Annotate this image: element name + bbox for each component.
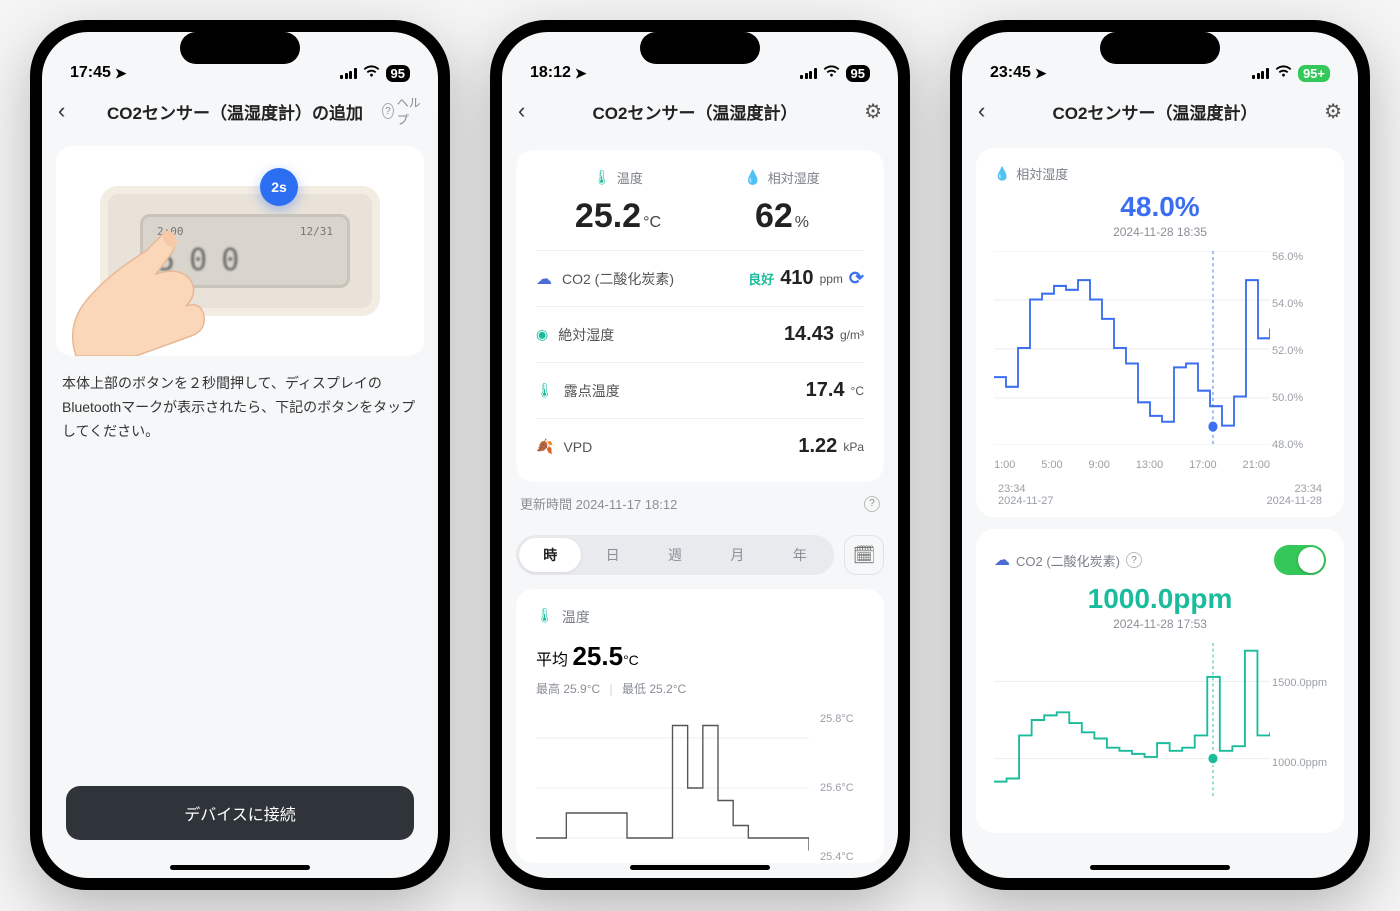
vpd-row[interactable]: 🍂VPD 1.22kPa	[536, 418, 864, 474]
humidity-icon: ◉	[536, 326, 548, 343]
update-time-row: 更新時間 2024-11-17 18:12 ?	[516, 494, 884, 521]
temperature-label: 温度	[617, 168, 643, 187]
back-button[interactable]: ‹	[978, 98, 1008, 124]
humidity-chart[interactable]: 56.0% 54.0% 52.0% 50.0% 48.0% 1:00 5:00 …	[994, 251, 1326, 471]
refresh-button[interactable]: ⟳	[849, 268, 864, 289]
co2-row[interactable]: ☁CO2 (二酸化炭素) 良好 410ppm ⟳	[536, 250, 864, 306]
status-time: 17:45	[70, 64, 111, 82]
co2-chart-card: ☁ CO2 (二酸化炭素) ? 1000.0ppm 2024-11-28 17:…	[976, 529, 1344, 833]
droplet-icon: 💧	[744, 169, 761, 186]
status-time: 18:12	[530, 64, 571, 82]
co2-toggle[interactable]	[1274, 545, 1326, 575]
dewpoint-icon: 🌡	[536, 382, 554, 399]
humidity-label: 相対湿度	[768, 168, 820, 187]
co2-timestamp: 2024-11-28 17:53	[994, 617, 1326, 631]
home-indicator[interactable]	[630, 865, 770, 870]
battery-indicator: 95+	[1298, 65, 1330, 82]
humidity-timestamp: 2024-11-28 18:35	[994, 225, 1326, 239]
phone-frame-1: 17:45 ➤ 95 ‹ CO2センサー（温湿度計）の追加 ? ヘルプ	[30, 20, 450, 890]
help-button[interactable]: ? ヘルプ	[382, 94, 422, 128]
phone-frame-3: 23:45➤ 95+ ‹ CO2センサー（温湿度計） ⚙ 💧相対湿度 48.0%…	[950, 20, 1370, 890]
navbar: ‹ CO2センサー（温湿度計）の追加 ? ヘルプ	[42, 86, 438, 136]
wifi-icon	[1275, 65, 1292, 82]
page-title: CO2センサー（温湿度計）	[548, 99, 842, 124]
thermometer-icon: 🌡	[536, 607, 554, 627]
seg-month[interactable]: 月	[706, 538, 768, 572]
location-icon: ➤	[575, 65, 587, 82]
settings-button[interactable]: ⚙	[1324, 99, 1342, 124]
home-indicator[interactable]	[1090, 865, 1230, 870]
info-button[interactable]: ?	[864, 496, 880, 512]
seg-year[interactable]: 年	[769, 538, 831, 572]
back-button[interactable]: ‹	[58, 98, 88, 124]
seg-day[interactable]: 日	[581, 538, 643, 572]
co2-quality: 良好	[748, 269, 774, 288]
back-button[interactable]: ‹	[518, 98, 548, 124]
co2-icon: ☁	[536, 269, 552, 289]
cellular-icon	[800, 68, 817, 79]
temperature-chart-card: 🌡温度 平均 25.5°C 最高 25.9°C | 最低 25.2°C 25.8…	[516, 589, 884, 863]
help-label: ヘルプ	[397, 94, 422, 128]
connect-device-button[interactable]: デバイスに接続	[66, 786, 414, 840]
help-icon: ?	[382, 103, 394, 119]
vpd-value: 1.22	[798, 435, 837, 458]
abshum-value: 14.43	[784, 323, 834, 346]
notch	[1100, 32, 1220, 64]
location-icon: ➤	[115, 65, 127, 82]
co2-reading: 1000.0ppm	[994, 583, 1326, 615]
temperature-chart[interactable]: 25.8°C25.6°C25.4°C	[536, 713, 864, 863]
seg-week[interactable]: 週	[644, 538, 706, 572]
info-button[interactable]: ?	[1126, 552, 1142, 568]
summary-card: 🌡温度 25.2°C 💧相対湿度 62% ☁CO2 (二酸化炭素) 良好 410…	[516, 150, 884, 482]
hand-icon	[56, 206, 226, 356]
avg-temperature: 25.5	[572, 641, 623, 671]
co2-value: 410	[780, 267, 813, 290]
settings-button[interactable]: ⚙	[864, 99, 882, 124]
notch	[180, 32, 300, 64]
dewpoint-value: 17.4	[806, 379, 845, 402]
humidity-chart-card: 💧相対湿度 48.0% 2024-11-28 18:35 56.0%	[976, 148, 1344, 517]
navbar: ‹ CO2センサー（温湿度計） ⚙	[962, 86, 1358, 136]
navbar: ‹ CO2センサー（温湿度計） ⚙	[502, 86, 898, 136]
page-title: CO2センサー（温湿度計）の追加	[88, 99, 382, 124]
seg-hour[interactable]: 時	[519, 538, 581, 572]
duration-badge: 2s	[260, 168, 298, 206]
location-icon: ➤	[1035, 65, 1047, 82]
co2-icon: ☁	[994, 550, 1010, 570]
battery-indicator: 95	[846, 65, 870, 82]
instruction-illustration: 2s 2:00 12/31 5 0 0	[56, 146, 424, 356]
home-indicator[interactable]	[170, 865, 310, 870]
wifi-icon	[363, 65, 380, 82]
status-time: 23:45	[990, 64, 1031, 82]
humidity-reading: 48.0%	[994, 191, 1326, 223]
droplet-icon: 💧	[994, 166, 1010, 182]
wifi-icon	[823, 65, 840, 82]
cellular-icon	[1252, 68, 1269, 79]
temperature-value: 25.2	[575, 197, 641, 236]
cellular-icon	[340, 68, 357, 79]
thermometer-icon: 🌡	[593, 169, 611, 186]
absolute-humidity-row[interactable]: ◉絶対湿度 14.43g/m³	[536, 306, 864, 362]
instruction-text: 本体上部のボタンを２秒間押して、ディスプレイのBluetoothマークが表示され…	[56, 372, 424, 443]
calendar-button[interactable]: 🗓	[844, 535, 884, 575]
co2-chart[interactable]: 1500.0ppm 1000.0ppm	[994, 643, 1326, 823]
leaf-icon: 🍂	[536, 438, 553, 455]
page-title: CO2センサー（温湿度計）	[1008, 99, 1302, 124]
battery-indicator: 95	[386, 65, 410, 82]
dewpoint-row[interactable]: 🌡露点温度 17.4°C	[536, 362, 864, 418]
humidity-value: 62	[755, 197, 793, 236]
time-range-segmented: 時 日 週 月 年	[516, 535, 834, 575]
notch	[640, 32, 760, 64]
phone-frame-2: 18:12➤ 95 ‹ CO2センサー（温湿度計） ⚙ 🌡温度 25.2°C	[490, 20, 910, 890]
